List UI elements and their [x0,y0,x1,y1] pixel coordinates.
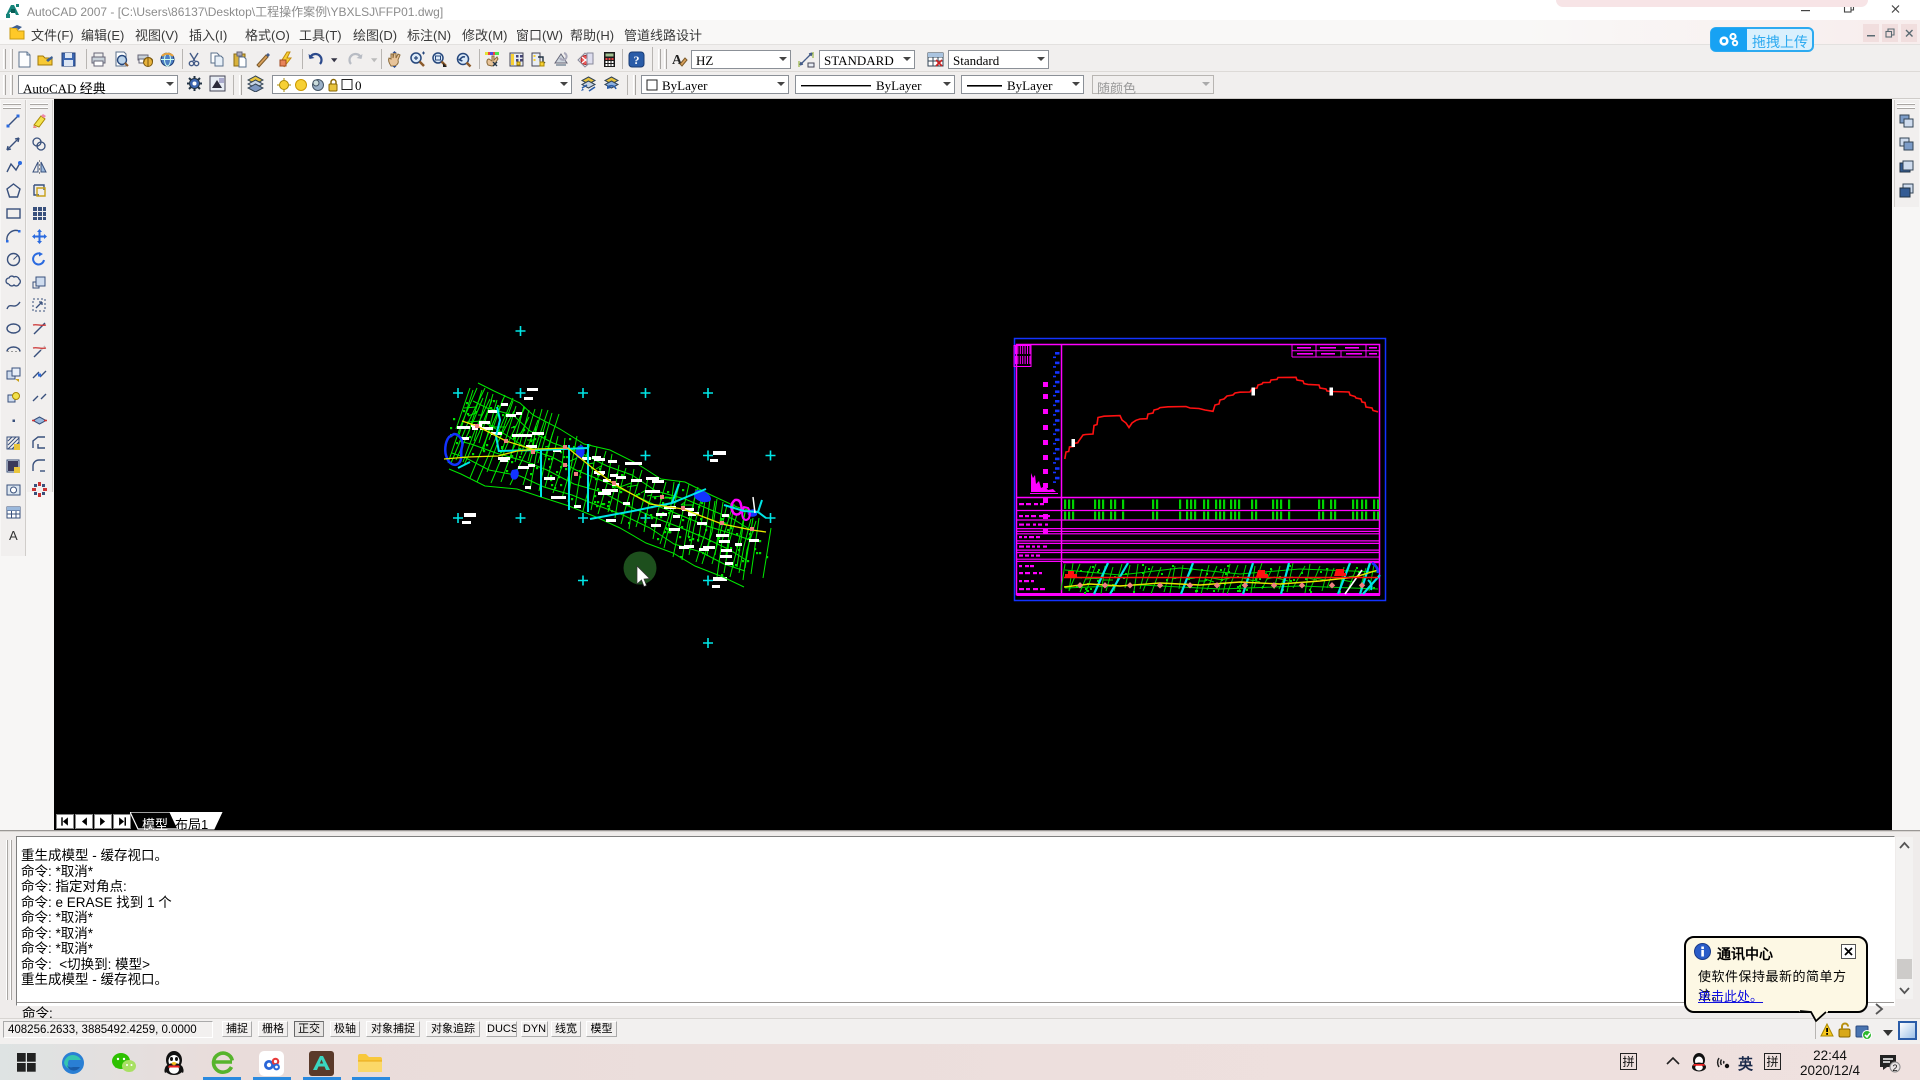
svg-text:?: ? [634,53,640,67]
svg-text:2: 2 [1892,1063,1897,1073]
svg-text:A: A [9,528,18,543]
